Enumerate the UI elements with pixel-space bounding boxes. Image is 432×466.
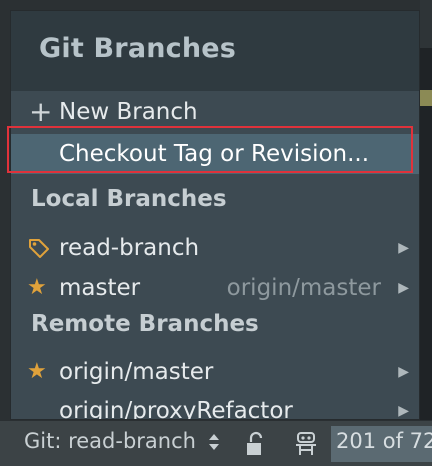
branch-name: origin/master	[59, 359, 214, 385]
new-branch-label: New Branch	[59, 99, 198, 125]
branch-name: master	[59, 275, 141, 301]
submenu-arrow-icon: ▶	[398, 364, 409, 380]
editor-gutter-marker	[420, 0, 432, 48]
local-branch-read-branch[interactable]: read-branch ▶	[11, 229, 419, 267]
remote-branches-header: Remote Branches	[31, 311, 259, 337]
popup-title: Git Branches	[39, 33, 237, 64]
remote-branch-origin-proxyrefactor[interactable]: origin/proxyRefactor ▶	[11, 392, 419, 420]
tag-icon	[27, 229, 51, 267]
star-icon: ★	[27, 359, 47, 384]
local-branch-master[interactable]: ★ master origin/master ▶	[11, 269, 419, 307]
editor-background-strip	[420, 0, 432, 466]
updown-arrows-icon[interactable]	[208, 433, 220, 455]
lock-icon[interactable]	[244, 430, 268, 458]
inspector-icon[interactable]	[292, 429, 320, 459]
tracking-branch: origin/master	[226, 275, 381, 301]
branch-name: origin/proxyRefactor	[59, 398, 293, 420]
git-branches-popup: Git Branches + New Branch Checkout Tag o…	[10, 10, 420, 420]
checkout-label: Checkout Tag or Revision...	[59, 141, 370, 167]
new-branch-item[interactable]: + New Branch	[11, 93, 419, 131]
local-branches-header: Local Branches	[31, 186, 227, 212]
submenu-arrow-icon: ▶	[398, 240, 409, 256]
submenu-arrow-icon: ▶	[398, 403, 409, 419]
git-branch-widget[interactable]: Git: read-branch	[24, 429, 196, 453]
plus-icon: +	[29, 95, 53, 128]
checkout-tag-or-revision-item[interactable]: Checkout Tag or Revision...	[11, 134, 419, 174]
caret-position[interactable]: 201 of 72	[336, 429, 432, 453]
editor-highlight-marker	[420, 90, 432, 106]
remote-branch-origin-master[interactable]: ★ origin/master ▶	[11, 353, 419, 391]
submenu-arrow-icon: ▶	[398, 280, 409, 296]
status-bar: Git: read-branch 201 of 72	[0, 420, 432, 466]
branch-name: read-branch	[59, 235, 200, 261]
popup-header: Git Branches	[11, 11, 419, 91]
star-icon: ★	[27, 275, 47, 300]
